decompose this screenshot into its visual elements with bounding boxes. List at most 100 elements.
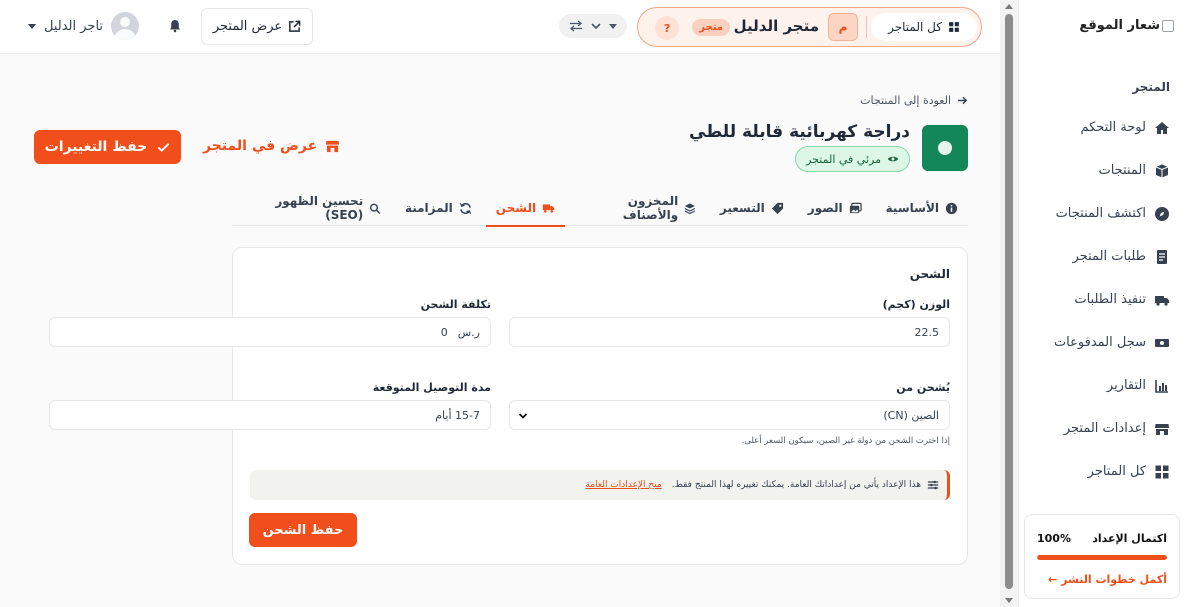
tab-label: تحسين الظهور (SEO) xyxy=(275,194,364,222)
weight-field[interactable]: 22.5 xyxy=(509,317,950,347)
save-changes-label: حفظ التغييرات xyxy=(44,139,148,155)
sidebar-item-label: التقارير xyxy=(1106,378,1146,393)
sidebar-item-reports[interactable]: التقارير xyxy=(1018,364,1200,407)
view-store-button[interactable]: عرض المتجر xyxy=(201,8,313,45)
check-icon xyxy=(158,142,170,152)
help-button[interactable]: ? xyxy=(655,16,679,40)
truck-icon xyxy=(1155,295,1169,306)
tab-pricing[interactable]: التسعير xyxy=(710,190,794,226)
store-type-badge: متجر xyxy=(692,19,730,36)
save-shipping-button[interactable]: حفظ الشحن xyxy=(249,513,357,547)
swap-arrows-icon xyxy=(569,20,582,32)
scroll-down-arrow-icon[interactable] xyxy=(1005,598,1013,603)
caret-down-icon xyxy=(609,23,618,29)
tab-basic[interactable]: الأساسية xyxy=(876,190,968,226)
tab-label: الشحن xyxy=(495,201,537,215)
shipping-cost-value: 0 xyxy=(440,325,448,339)
sidebar-item-label: تنفيذ الطلبات xyxy=(1074,292,1146,307)
sidebar-item-label: طلبات المتجر xyxy=(1072,249,1146,264)
global-settings-notice: هذا الإعداد يأتي من إعداداتك العامة. يمك… xyxy=(250,470,950,500)
ship-from-select[interactable]: الصين (CN) xyxy=(509,400,950,430)
sidebar-item-fulfillment[interactable]: تنفيذ الطلبات xyxy=(1018,278,1200,321)
box-icon xyxy=(1155,164,1169,177)
weight-label: الوزن (كجم) xyxy=(882,298,950,311)
chart-icon xyxy=(1155,379,1168,393)
site-logo[interactable]: شعار الموقع xyxy=(1079,18,1174,33)
sidebar-section-title: المتجر xyxy=(1132,80,1170,94)
scroll-up-arrow-icon[interactable] xyxy=(1005,4,1013,9)
sidebar-item-all-stores[interactable]: كل المتاجر xyxy=(1018,450,1200,493)
tab-label: التسعير xyxy=(719,201,765,215)
tab-label: المخزون والأصناف xyxy=(622,194,679,222)
sidebar-item-label: اكتشف المنتجات xyxy=(1055,206,1146,221)
bell-icon[interactable] xyxy=(168,19,182,33)
setup-label: اكتمال الإعداد xyxy=(1092,532,1167,545)
tab-label: المزامنة xyxy=(404,201,453,215)
sidebar-nav: لوحة التحكم المنتجات اكتشف المنتجات طلبا… xyxy=(1018,106,1200,493)
sidebar-item-discover[interactable]: اكتشف المنتجات xyxy=(1018,192,1200,235)
notice-text: هذا الإعداد يأتي من إعداداتك العامة. يمك… xyxy=(671,480,921,490)
sidebar-item-products[interactable]: المنتجات xyxy=(1018,149,1200,192)
chevron-down-icon xyxy=(518,413,528,419)
page-title: دراجة كهربائية قابلة للطي xyxy=(689,122,910,142)
view-store-label: عرض المتجر xyxy=(212,19,283,34)
sidebar-item-label: لوحة التحكم xyxy=(1080,120,1146,135)
tab-sync[interactable]: المزامنة xyxy=(395,190,482,226)
all-stores-button[interactable]: كل المتاجر xyxy=(871,13,977,41)
save-changes-button[interactable]: حفظ التغييرات xyxy=(34,130,181,164)
topbar: كل المتاجر م متجر الدليل متجر ? عرض المت… xyxy=(0,0,1000,54)
sidebar-item-label: كل المتاجر xyxy=(1087,464,1146,479)
sliders-icon xyxy=(927,480,939,490)
tab-shipping[interactable]: الشحن xyxy=(485,190,566,227)
arrow-right-icon xyxy=(957,96,968,105)
current-store-name[interactable]: متجر الدليل xyxy=(734,17,819,35)
back-link-label: العودة إلى المنتجات xyxy=(860,94,951,107)
sidebar-item-orders[interactable]: طلبات المتجر xyxy=(1018,235,1200,278)
shipping-cost-field[interactable]: ر.س 0 xyxy=(49,317,491,347)
product-image-icon xyxy=(938,141,952,155)
setup-progress-card: اكتمال الإعداد 100% أكمل خطوات النشر ← xyxy=(1024,514,1180,599)
grid-icon xyxy=(949,22,959,32)
currency-label: ر.س xyxy=(457,325,480,339)
setup-progress-fill xyxy=(1037,555,1167,560)
tab-label: الصور xyxy=(807,201,843,215)
section-title: الشحن xyxy=(909,267,950,281)
complete-steps-link[interactable]: أكمل خطوات النشر ← xyxy=(1048,573,1167,586)
sidebar: شعار الموقع المتجر لوحة التحكم المنتجات … xyxy=(1018,0,1200,607)
tab-images[interactable]: الصور xyxy=(798,190,872,226)
view-in-store-link[interactable]: عرض في المتجر xyxy=(203,138,340,154)
avatar xyxy=(111,12,140,40)
visibility-badge: مرئي في المتجر xyxy=(795,146,910,172)
sidebar-item-payments[interactable]: سجل المدفوعات xyxy=(1018,321,1200,364)
tab-inventory[interactable]: المخزون والأصناف xyxy=(569,190,706,226)
compass-icon xyxy=(1155,206,1169,221)
shipping-card: الشحن الوزن (كجم) 22.5 تكلفة الشحن ر.س 0… xyxy=(49,247,968,565)
global-settings-link[interactable]: منح الإعدادات العامة xyxy=(585,480,661,490)
store-avatar: م xyxy=(828,13,858,41)
sidebar-item-store-settings[interactable]: إعدادات المتجر xyxy=(1018,407,1200,450)
page-scrollbar[interactable] xyxy=(1000,0,1018,607)
user-name: تاجر الدليل xyxy=(44,18,104,34)
divider xyxy=(866,16,867,38)
tag-icon xyxy=(771,202,783,214)
delivery-time-value: 15-7 أيام xyxy=(435,408,480,422)
home-icon xyxy=(1155,121,1169,134)
tab-label: الأساسية xyxy=(885,201,939,215)
eye-icon xyxy=(887,156,899,162)
sidebar-item-dashboard[interactable]: لوحة التحكم xyxy=(1018,106,1200,149)
product-thumbnail xyxy=(922,125,968,171)
store-swap-dropdown[interactable] xyxy=(559,14,627,38)
user-menu[interactable]: تاجر الدليل xyxy=(28,12,140,40)
tab-seo[interactable]: تحسين الظهور (SEO) xyxy=(236,190,391,226)
store-icon xyxy=(1155,423,1169,435)
setup-percent: 100% xyxy=(1037,532,1071,545)
sidebar-item-label: إعدادات المتجر xyxy=(1063,421,1146,436)
back-to-products-link[interactable]: العودة إلى المنتجات xyxy=(860,94,968,107)
view-in-store-label: عرض في المتجر xyxy=(203,138,318,154)
store-switcher: كل المتاجر م متجر الدليل متجر ? xyxy=(637,7,982,47)
ship-from-value: الصين (CN) xyxy=(883,408,939,422)
scroll-thumb[interactable] xyxy=(1005,14,1013,589)
delivery-time-field[interactable]: 15-7 أيام xyxy=(49,400,491,430)
store-icon xyxy=(326,140,340,152)
images-icon xyxy=(849,202,862,213)
